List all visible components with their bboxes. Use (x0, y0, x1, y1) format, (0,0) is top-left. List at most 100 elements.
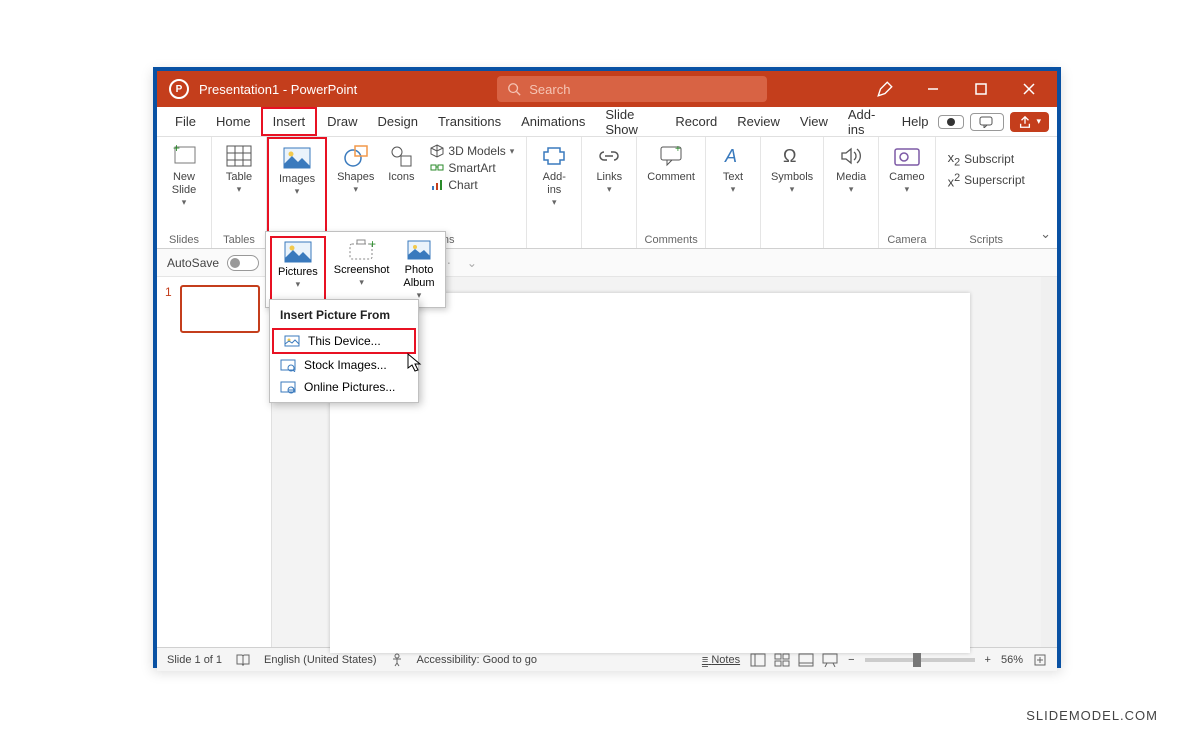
tab-draw[interactable]: Draw (317, 109, 367, 134)
search-placeholder: Search (529, 82, 570, 97)
powerpoint-icon: P (169, 79, 189, 99)
zoom-level[interactable]: 56% (1001, 654, 1023, 666)
photo-album-icon (404, 238, 434, 262)
watermark: SLIDEMODEL.COM (1026, 708, 1158, 723)
tab-help[interactable]: Help (892, 109, 939, 134)
chart-icon (430, 178, 444, 192)
links-button[interactable]: Links ▾ (588, 141, 630, 197)
cameo-icon (893, 145, 921, 167)
search-input[interactable]: Search (497, 76, 767, 102)
slide-canvas[interactable] (330, 293, 970, 653)
reading-view-icon[interactable] (798, 653, 814, 667)
new-slide-icon: + (170, 144, 198, 168)
superscript-button[interactable]: x2Superscript (946, 171, 1027, 190)
group-scripts: x2Subscript x2Superscript Scripts (936, 137, 1037, 248)
maximize-button[interactable] (961, 71, 1001, 107)
book-icon (236, 654, 250, 666)
accessibility-icon (391, 653, 403, 667)
smartart-icon (430, 161, 444, 175)
group-media: Media ▾ (824, 137, 879, 248)
shapes-icon (343, 144, 369, 168)
comment-button[interactable]: + Comment (643, 141, 699, 186)
fit-icon[interactable] (1033, 653, 1047, 667)
omega-icon: Ω (780, 144, 804, 168)
tab-design[interactable]: Design (368, 109, 428, 134)
tab-addins[interactable]: Add-ins (838, 102, 892, 142)
tab-record[interactable]: Record (665, 109, 727, 134)
svg-text:+: + (369, 238, 376, 251)
new-slide-button[interactable]: + New Slide ▾ (163, 141, 205, 210)
slideshow-view-icon[interactable] (822, 653, 838, 667)
share-button[interactable]: ▾ (1010, 112, 1049, 132)
group-tables: Table ▾ Tables (212, 137, 267, 248)
sorter-view-icon[interactable] (774, 653, 790, 667)
tab-slideshow[interactable]: Slide Show (595, 102, 665, 142)
photo-album-button[interactable]: Photo Album ▾ (397, 236, 440, 303)
addins-icon (542, 144, 566, 168)
chart-button[interactable]: Chart (428, 177, 516, 193)
addins-button[interactable]: Add- ins ▾ (533, 141, 575, 210)
online-pictures-item[interactable]: Online Pictures... (270, 376, 418, 398)
normal-view-icon[interactable] (750, 653, 766, 667)
comments-toggle[interactable] (970, 113, 1004, 131)
tab-review[interactable]: Review (727, 109, 790, 134)
close-button[interactable] (1009, 71, 1049, 107)
notes-button[interactable]: ≡ Notes (702, 654, 740, 666)
screenshot-button[interactable]: + Screenshot ▾ (328, 236, 396, 303)
pictures-button[interactable]: Pictures ▾ (270, 236, 326, 303)
autosave-toggle[interactable] (227, 255, 259, 271)
group-text: A Text ▾ (706, 137, 761, 248)
subscript-button[interactable]: x2Subscript (946, 149, 1027, 170)
speaker-icon (839, 144, 863, 168)
images-icon (282, 146, 312, 170)
screenshot-icon: + (347, 238, 377, 262)
3d-models-button[interactable]: 3D Models▾ (428, 143, 516, 159)
images-sub-ribbon: Pictures ▾ + Screenshot ▾ Photo Album ▾ (265, 231, 446, 308)
picture-icon (283, 240, 313, 264)
vertical-scrollbar[interactable] (1041, 277, 1057, 647)
zoom-in[interactable]: + (985, 654, 991, 666)
doc-title: Presentation1 - PowerPoint (199, 82, 357, 97)
globe-icon (280, 380, 296, 394)
ribbon-expand[interactable]: ⌄ (1040, 226, 1051, 242)
slide-number: 1 (165, 285, 172, 299)
tab-insert[interactable]: Insert (261, 107, 318, 136)
tab-home[interactable]: Home (206, 109, 261, 134)
svg-text:A: A (724, 146, 737, 166)
window-controls (865, 71, 1057, 107)
slide-counter: Slide 1 of 1 (167, 654, 222, 666)
view-switcher (750, 653, 838, 667)
search-icon (507, 82, 521, 96)
stock-images-item[interactable]: Stock Images... (270, 354, 418, 376)
symbols-button[interactable]: Ω Symbols ▾ (767, 141, 817, 197)
zoom-out[interactable]: − (848, 654, 854, 666)
table-icon (226, 145, 252, 167)
images-button[interactable]: Images ▾ (275, 143, 319, 199)
language-indicator[interactable]: English (United States) (264, 654, 377, 666)
text-icon: A (721, 144, 745, 168)
app-window: P Presentation1 - PowerPoint Search File… (153, 67, 1061, 668)
accessibility-status[interactable]: Accessibility: Good to go (417, 654, 537, 666)
group-comments: + Comment Comments (637, 137, 706, 248)
minimize-button[interactable] (913, 71, 953, 107)
tab-file[interactable]: File (165, 109, 206, 134)
tab-animations[interactable]: Animations (511, 109, 595, 134)
text-button[interactable]: A Text ▾ (712, 141, 754, 197)
svg-text:+: + (173, 144, 180, 155)
table-button[interactable]: Table ▾ (218, 141, 260, 197)
group-symbols: Ω Symbols ▾ (761, 137, 824, 248)
media-button[interactable]: Media ▾ (830, 141, 872, 197)
this-device-item[interactable]: This Device... (272, 328, 416, 354)
icons-button[interactable]: Icons (380, 141, 422, 197)
cube-icon (430, 144, 444, 158)
shapes-button[interactable]: Shapes ▾ (333, 141, 378, 197)
tab-transitions[interactable]: Transitions (428, 109, 511, 134)
cursor-icon (407, 353, 423, 373)
zoom-slider[interactable] (865, 658, 975, 662)
cameo-button[interactable]: Cameo ▾ (885, 141, 928, 197)
smartart-button[interactable]: SmartArt (428, 160, 516, 176)
group-slides: + New Slide ▾ Slides (157, 137, 212, 248)
slide-thumbnail[interactable] (180, 285, 260, 333)
record-indicator[interactable] (938, 115, 964, 129)
tab-view[interactable]: View (790, 109, 838, 134)
